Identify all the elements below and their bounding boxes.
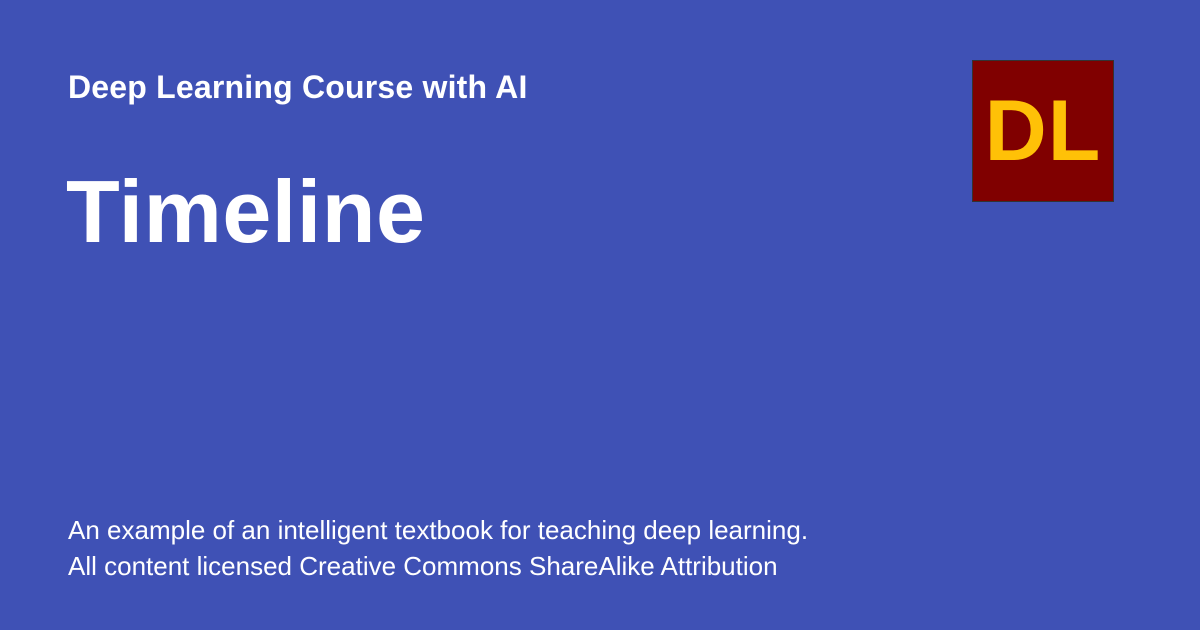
site-description: An example of an intelligent textbook fo…: [68, 512, 808, 584]
description-line-2: All content licensed Creative Commons Sh…: [68, 551, 778, 581]
logo-text: DL: [984, 83, 1102, 179]
dl-logo-icon: DL: [972, 60, 1114, 202]
social-card: Deep Learning Course with AI Timeline DL…: [0, 0, 1200, 630]
description-line-1: An example of an intelligent textbook fo…: [68, 515, 809, 545]
page-title: Timeline: [66, 162, 426, 261]
site-name: Deep Learning Course with AI: [68, 69, 528, 105]
